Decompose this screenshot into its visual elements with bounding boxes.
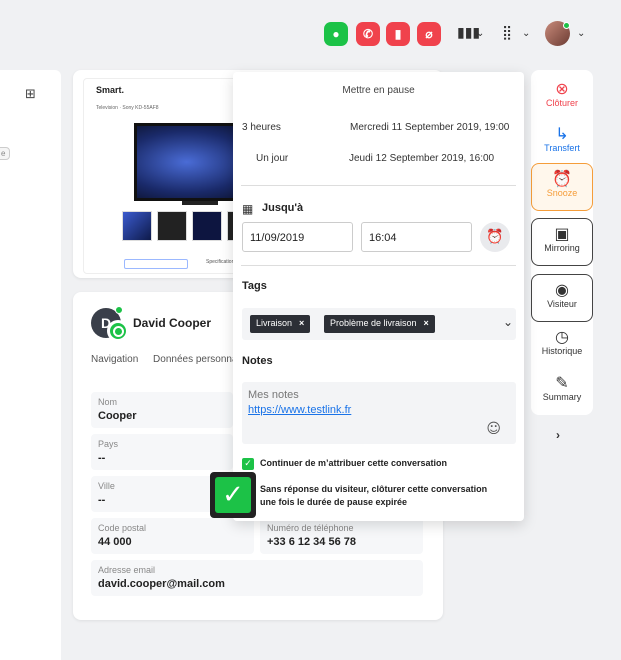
tags-label: Tags [242,280,267,292]
thumbnail [157,211,187,241]
option-1day-date[interactable]: Jeudi 12 September 2019, 16:00 [349,153,494,164]
chevron-down-icon[interactable]: ⌄ [577,28,585,39]
option-3h-date[interactable]: Mercredi 11 September 2019, 19:00 [350,122,509,133]
remove-tag-icon[interactable]: × [299,318,304,328]
close-circle-icon: ⊗ [555,79,569,98]
auto-close-label: Sans réponse du visiteur, clôturer cette… [260,484,488,507]
top-bar: ● ✆ ▮ ⌀ ▮▮▮ ⌄ ⣿ ⌄ ⌄ [0,0,621,64]
field-email[interactable]: Adresse email david.cooper@mail.com [91,560,423,596]
option-3h-label[interactable]: 3 heures [242,122,281,133]
tab-navigation[interactable]: Navigation [91,354,138,365]
history-button[interactable]: ◷ Historique [531,327,593,357]
close-conversation-button[interactable]: ⊗ Clôturer [531,79,593,109]
chevron-down-icon[interactable]: ⌄ [522,28,530,39]
product-breadcrumb: Television · Sony KD-55AF8 [96,105,159,111]
contact-tabs: Navigation Données personna [91,354,250,365]
chevron-right-icon[interactable]: › [556,428,560,442]
chat-icon[interactable]: ● [324,22,348,46]
keep-assigned-checkbox[interactable]: ✓ [242,458,254,470]
divider [241,185,516,186]
until-label: Jusqu'à [262,202,304,214]
screen-play-icon: ▣ [554,224,570,243]
tv-stand [182,201,218,205]
emoji-icon[interactable]: ☺ [486,421,501,437]
video-add-icon[interactable]: ⊞ [25,87,36,102]
calendar-icon: ▦ [242,202,254,216]
video-off-icon[interactable]: ▮ [386,22,410,46]
phone-off-icon[interactable]: ✆ [356,22,380,46]
contact-name: David Cooper [133,316,212,330]
snooze-popup: Mettre en pause 3 heures Mercredi 11 Sep… [233,72,524,521]
field-pays[interactable]: Pays -- [91,434,233,470]
grid-icon[interactable]: ⣿ [502,25,512,41]
divider [241,265,516,266]
clock-icon: ◷ [555,327,569,346]
notes-label: Notes [242,355,273,367]
popup-title: Mettre en pause [342,85,415,96]
notes-textarea[interactable]: Mes notes https://www.testlink.fr ☺ [242,382,516,444]
chevron-down-icon[interactable]: ⌄ [503,315,513,329]
notes-link[interactable]: https://www.testlink.fr [248,404,510,416]
left-badge: e [0,147,11,160]
field-telephone[interactable]: Numéro de téléphone +33 6 12 34 56 78 [260,518,423,554]
edit-note-icon: ✎ [555,373,569,392]
alarm-clock-icon[interactable]: ⏰ [480,222,510,252]
snooze-label-group[interactable]: ⏰ Snooze [531,169,593,199]
chat-channel-icon [107,320,129,342]
user-circle-icon: ◉ [555,280,569,299]
date-input[interactable]: 11/09/2019 [242,222,353,252]
time-input[interactable]: 16:04 [361,222,472,252]
action-sidebar: ⊗ Clôturer ↳ Transfert ⏰ Snooze ▣ Mirror… [531,70,593,415]
online-status-dot [563,22,570,29]
transfer-button[interactable]: ↳ Transfert [531,124,593,154]
tag-chip[interactable]: Livraison × [250,315,311,333]
product-button [124,259,188,269]
online-status-dot [115,306,123,314]
chevron-down-icon[interactable]: ⌄ [476,28,484,39]
tag-chip[interactable]: Problème de livraison × [324,315,435,333]
notes-placeholder: Mes notes [248,389,299,401]
brand-logo: Smart. [96,85,125,95]
left-panel: ⊞ e [0,70,61,660]
thumbnail [192,211,222,241]
keep-assigned-label: Continuer de m’attribuer cette conversat… [260,458,448,468]
tags-select[interactable]: Livraison × Problème de livraison × ⌄ [242,308,516,340]
transfer-arrow-icon: ↳ [555,124,569,143]
tab-personal-data[interactable]: Données personna [153,354,238,365]
alarm-clock-icon: ⏰ [552,169,572,188]
visitor-label-group[interactable]: ◉ Visiteur [531,280,593,310]
option-1day-label[interactable]: Un jour [256,153,288,164]
remove-tag-icon[interactable]: × [424,318,429,328]
field-code-postal[interactable]: Code postal 44 000 [91,518,254,554]
field-nom[interactable]: Nom Cooper [91,392,233,428]
auto-close-checkbox[interactable]: ✓ [210,472,256,518]
thumbnail [122,211,152,241]
mic-off-icon[interactable]: ⌀ [417,22,441,46]
mirroring-label-group[interactable]: ▣ Mirroring [531,224,593,254]
summary-button[interactable]: ✎ Summary [531,373,593,403]
check-icon: ✓ [215,477,251,513]
